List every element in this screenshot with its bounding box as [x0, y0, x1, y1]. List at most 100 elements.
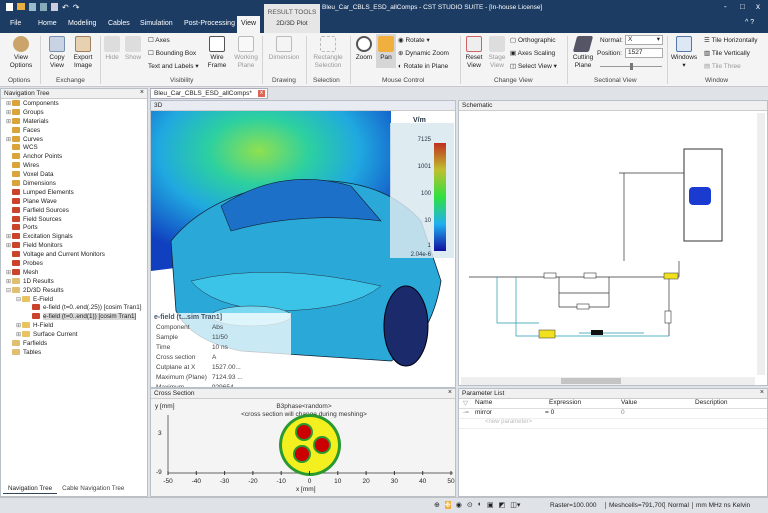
tile-vertically-button[interactable]: ▥ Tile Vertically — [704, 50, 750, 58]
vertical-scrollbar[interactable] — [757, 113, 765, 375]
tree-item[interactable]: ⊞Surface Current — [6, 331, 147, 340]
tile-horizontally-button[interactable]: ☰ Tile Horizontally — [704, 37, 758, 45]
maximize-button[interactable]: □ — [740, 2, 745, 11]
new-file-icon[interactable] — [6, 3, 13, 11]
document-tab[interactable]: Bleu_Car_CBLS_ESD_allComps*x — [150, 88, 268, 99]
menu-cables[interactable]: Cables — [108, 20, 130, 27]
rotate-in-plane-icon[interactable]: ◐ — [478, 501, 482, 509]
tree-item[interactable]: Lumped Elements — [6, 189, 147, 198]
param-name[interactable]: mirror — [475, 409, 492, 416]
orthographic-button[interactable]: ▢ Orthographic — [510, 37, 556, 45]
cutting-plane-button[interactable]: Cutting Plane — [570, 36, 596, 70]
menu-view[interactable]: View — [237, 16, 260, 33]
tree-item[interactable]: Dimensions — [6, 180, 147, 189]
save-icon[interactable] — [29, 3, 36, 11]
dimension-button[interactable]: Dimension — [266, 36, 302, 62]
menu-file[interactable]: File — [10, 20, 21, 27]
schematic-panel[interactable]: Schematic — [458, 100, 768, 386]
tree-item[interactable]: Wires — [6, 162, 147, 171]
col-value[interactable]: Value — [621, 399, 637, 406]
menu-modeling[interactable]: Modeling — [68, 20, 96, 27]
tree-item[interactable]: Farfield Sources — [6, 207, 147, 216]
tab-2d3d-plot[interactable]: 2D/3D Plot — [264, 20, 320, 27]
col-expression[interactable]: Expression — [549, 399, 581, 406]
rectangle-selection-button[interactable]: Rectangle Selection — [310, 36, 346, 70]
open-folder-icon[interactable] — [17, 3, 25, 10]
position-slider[interactable] — [600, 66, 662, 67]
tree-item[interactable]: ⊞Mesh — [6, 269, 147, 278]
minimize-button[interactable]: - — [724, 2, 727, 11]
tree-item[interactable]: Field Sources — [6, 216, 147, 225]
pan-icon[interactable]: ✥ — [445, 501, 451, 509]
tile-three-button[interactable]: ▤ Tile Three — [704, 63, 741, 71]
menu-post-processing[interactable]: Post-Processing — [184, 20, 235, 27]
tree-item[interactable]: WCS — [6, 144, 147, 153]
copy-view-button[interactable]: Copy View — [45, 36, 69, 70]
tree-item[interactable]: ⊞Curves — [6, 136, 147, 145]
tree-item[interactable]: Probes — [6, 260, 147, 269]
redo-icon[interactable]: ↷ — [73, 3, 80, 12]
text-labels-dropdown[interactable]: Text and Labels ▾ — [148, 63, 199, 71]
col-name[interactable]: Name — [475, 399, 492, 406]
stage-view-button[interactable]: Stage View — [486, 36, 508, 70]
schematic-canvas[interactable] — [459, 111, 765, 375]
view-cube-icon[interactable]: ◫▾ — [510, 501, 520, 509]
zoom-button[interactable]: Zoom — [353, 36, 375, 62]
tree-item[interactable]: ⊞H-Field — [6, 322, 147, 331]
tab-cable-navigation-tree[interactable]: Cable Navigation Tree — [57, 484, 129, 494]
tree-item[interactable]: ⊞Groups — [6, 109, 147, 118]
save-all-icon[interactable] — [40, 3, 47, 11]
pan-button[interactable]: Pan — [376, 34, 396, 68]
working-plane-button[interactable]: Working Plane — [232, 36, 260, 70]
close-button[interactable]: x — [756, 2, 760, 11]
dynamic-zoom-button[interactable]: ⊕ Dynamic Zoom — [398, 50, 449, 58]
reset-view-button[interactable]: Reset View — [463, 36, 485, 70]
close-icon[interactable]: × — [140, 89, 144, 96]
tree-item[interactable]: ⊟2D/3D Results — [6, 287, 147, 296]
hide-button[interactable]: Hide — [102, 36, 122, 62]
select-view-dropdown[interactable]: ◫ Select View ▾ — [510, 63, 557, 71]
rotate-in-plane-button[interactable]: ◐ Rotate in Plane — [398, 63, 448, 71]
axes-scaling-button[interactable]: ▣ Axes Scaling — [510, 50, 555, 58]
normal-select[interactable]: X▾ — [625, 35, 663, 45]
scrollbar-thumb[interactable] — [561, 378, 621, 384]
reset-view-icon[interactable]: ▣ — [487, 501, 494, 509]
axes-checkbox[interactable]: ☐ Axes — [148, 37, 170, 45]
param-expression[interactable]: = 0 — [545, 409, 554, 416]
tree-item[interactable]: Faces — [6, 127, 147, 136]
tree-item[interactable]: Farfields — [6, 340, 147, 349]
tree-item[interactable]: ⊞Materials — [6, 118, 147, 127]
tree-item[interactable]: e-field (t=0..end(.25)) [cosim Tran1] — [6, 304, 147, 313]
undo-icon[interactable]: ↶ — [62, 3, 69, 12]
bounding-box-checkbox[interactable]: ☐ Bounding Box — [148, 50, 196, 58]
cutting-plane-icon[interactable]: ◩ — [499, 501, 506, 509]
close-icon[interactable]: × — [760, 389, 764, 396]
rotate-icon[interactable]: ◉ — [456, 501, 462, 509]
col-description[interactable]: Description — [695, 399, 728, 406]
zoom-icon[interactable]: ⊕ — [434, 501, 440, 509]
tree-item[interactable]: Voltage and Current Monitors — [6, 251, 147, 260]
tree-item[interactable]: e-field (t=0..end(1)) [cosim Tran1] — [6, 313, 147, 322]
slider-thumb[interactable] — [630, 63, 633, 70]
position-input[interactable]: 1527 — [625, 48, 663, 58]
tree-item[interactable]: ⊞Field Monitors — [6, 242, 147, 251]
horizontal-scrollbar[interactable] — [461, 377, 755, 385]
menu-home[interactable]: Home — [38, 20, 57, 27]
rotate-button[interactable]: ◉ Rotate ▾ — [398, 37, 430, 45]
view-options-button[interactable]: View Options — [8, 36, 34, 70]
show-button[interactable]: Show — [122, 36, 144, 62]
3d-view-panel[interactable]: 3D V/m 712510011001012.04e-6 e-field (t.… — [150, 100, 456, 388]
tree-item[interactable]: Tables — [6, 349, 147, 358]
tab-navigation-tree[interactable]: Navigation Tree — [3, 484, 57, 494]
export-image-button[interactable]: Export Image — [70, 36, 96, 70]
tree-item[interactable]: ⊟E-Field — [6, 296, 147, 305]
tree-item[interactable]: Plane Wave — [6, 198, 147, 207]
menu-simulation[interactable]: Simulation — [140, 20, 173, 27]
tree-item[interactable]: ⊞Excitation Signals — [6, 233, 147, 242]
table-row[interactable]: -= mirror = 0 0 — [459, 409, 767, 419]
tree-item[interactable]: ⊞Components — [6, 100, 147, 109]
tree-item[interactable]: Voxel Data — [6, 171, 147, 180]
help-icon[interactable]: ^ ? — [745, 19, 754, 26]
tree-item[interactable]: ⊞1D Results — [6, 278, 147, 287]
result-tools-context-tab[interactable]: RESULT TOOLS 2D/3D Plot — [264, 4, 320, 33]
